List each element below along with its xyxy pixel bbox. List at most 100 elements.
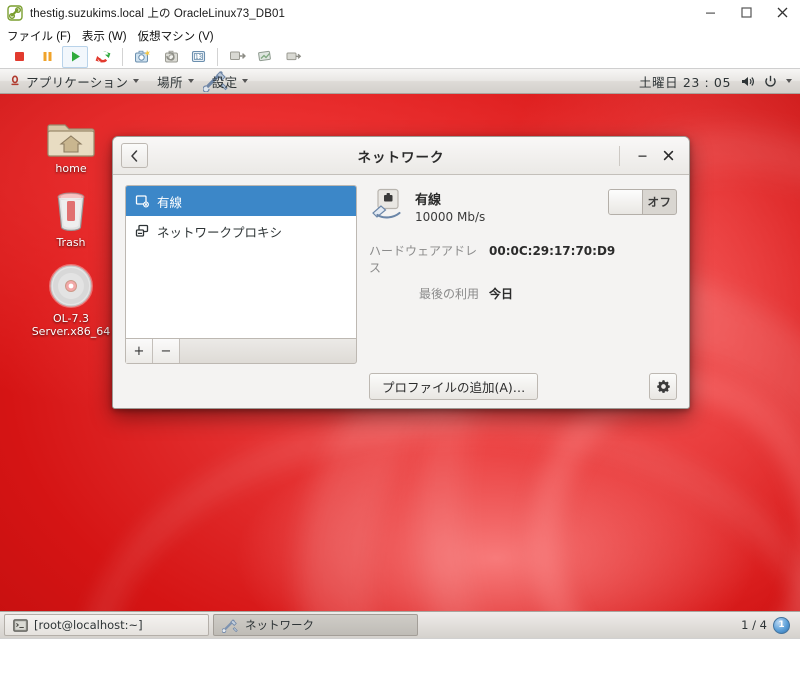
taskbar-item-terminal-label: [root@localhost:~] <box>34 618 143 632</box>
host-window-controls <box>692 0 800 26</box>
snapshot-manager-button[interactable]: 13 <box>185 46 211 68</box>
network-list: 有線 ネットワークプロキシ <box>125 185 357 338</box>
toolbar-separator-2 <box>217 47 218 66</box>
wired-network-icon <box>135 194 149 208</box>
host-window-title: thestig.suzukims.local 上の OracleLinux73_… <box>30 7 285 20</box>
snapshot-take-button[interactable] <box>129 46 155 68</box>
panel-menu-chevron-icon[interactable] <box>786 79 792 83</box>
menu-vm[interactable]: 仮想マシン (V) <box>138 28 214 44</box>
host-status-strip <box>0 638 800 682</box>
unity-mode-button[interactable] <box>252 46 278 68</box>
desktop-icon-cdrom[interactable]: OL-7.3 Server.x86_64 <box>21 257 121 338</box>
enter-fullscreen-button[interactable] <box>224 46 250 68</box>
sidebar-item-proxy[interactable]: ネットワークプロキシ <box>126 216 356 246</box>
dialog-header: ネットワーク <box>113 137 689 175</box>
host-titlebar: thestig.suzukims.local 上の OracleLinux73_… <box>0 0 800 26</box>
power-on-button[interactable] <box>62 45 88 68</box>
desktop-icon-cdrom-label: OL-7.3 Server.x86_64 <box>31 312 111 338</box>
chevron-down-icon <box>242 79 249 83</box>
panel-settings-menu[interactable]: 設定 <box>202 69 258 94</box>
gear-icon <box>656 379 671 394</box>
desktop-icon-home-label: home <box>55 162 87 175</box>
sidebar-item-proxy-label: ネットワークプロキシ <box>157 224 283 240</box>
toggle-label: オフ <box>647 195 672 209</box>
device-speed: 10000 Mb/s <box>415 210 486 224</box>
chevron-down-icon <box>133 79 140 83</box>
suspend-button[interactable] <box>34 46 60 68</box>
dialog-title: ネットワーク <box>357 149 445 166</box>
taskbar-item-network-label: ネットワーク <box>245 618 314 632</box>
dialog-body: 有線 ネットワークプロキシ + − 有線 10000 Mb/s オフ ハードウェ… <box>113 175 689 364</box>
power-icon[interactable] <box>764 75 777 88</box>
network-detail-panel: 有線 10000 Mb/s オフ ハードウェアアドレス 00:0C:29:17:… <box>369 185 677 364</box>
back-button[interactable] <box>121 143 148 168</box>
add-profile-button[interactable]: プロファイルの追加(A)… <box>369 372 539 400</box>
network-list-toolbar: + − <box>125 338 357 364</box>
dialog-minimize-button[interactable] <box>629 143 655 169</box>
workspace-current-dot[interactable]: 1 <box>773 616 790 634</box>
workspace-switcher[interactable]: 1 / 4 1 <box>735 615 796 636</box>
cdrom-icon <box>21 257 121 309</box>
add-connection-button[interactable]: + <box>126 339 153 363</box>
device-header: 有線 10000 Mb/s オフ <box>369 185 677 224</box>
host-menubar: ファイル (F) 表示 (W) 仮想マシン (V) <box>0 26 800 45</box>
console-view-button[interactable] <box>280 46 306 68</box>
sidebar-item-wired-label: 有線 <box>157 194 183 210</box>
panel-clock[interactable]: 土曜日 23 : 05 <box>639 72 731 91</box>
restart-button[interactable] <box>90 46 116 68</box>
vmware-window-icon <box>7 4 23 21</box>
taskbar-item-network[interactable]: ネットワーク <box>213 614 418 636</box>
header-separator <box>619 145 620 166</box>
chevron-down-icon <box>187 79 194 83</box>
oracle-logo-icon <box>9 75 21 88</box>
device-properties: ハードウェアアドレス 00:0C:29:17:70:D9 最後の利用 今日 <box>369 242 677 311</box>
sidebar-item-wired[interactable]: 有線 <box>126 186 356 216</box>
folder-home-icon <box>28 107 114 159</box>
taskbar-item-terminal[interactable]: [root@localhost:~] <box>4 614 209 636</box>
desktop-icon-home[interactable]: home <box>28 107 114 175</box>
wired-device-icon <box>369 188 405 222</box>
property-value-last-used: 今日 <box>489 287 514 301</box>
property-row: 最後の利用 今日 <box>369 285 677 302</box>
connection-settings-button[interactable] <box>649 372 677 400</box>
proxy-icon <box>135 224 149 238</box>
panel-places-label: 場所 <box>157 74 183 90</box>
property-key-last-used: 最後の利用 <box>418 287 479 301</box>
dialog-close-button[interactable] <box>655 143 681 169</box>
panel-applications-menu[interactable]: アプリケーション <box>0 69 148 94</box>
svg-text:13: 13 <box>195 55 202 61</box>
panel-places-menu[interactable]: 場所 <box>148 69 203 94</box>
toggle-knob <box>609 190 643 214</box>
chevron-left-icon <box>130 149 139 162</box>
device-name: 有線 <box>415 193 442 208</box>
dialog-footer: プロファイルの追加(A)… <box>113 364 689 408</box>
screen: thestig.suzukims.local 上の OracleLinux73_… <box>0 0 800 682</box>
menu-file[interactable]: ファイル (F) <box>7 28 71 44</box>
terminal-icon <box>13 618 28 632</box>
gnome-top-panel: アプリケーション 場所 設定 土曜日 23: 05 <box>0 69 800 94</box>
toolbar-separator <box>122 47 123 66</box>
snapshot-revert-button[interactable] <box>157 46 183 68</box>
host-maximize-button[interactable] <box>728 0 764 26</box>
workspace-indicator-label: 1 / 4 <box>741 618 767 632</box>
trash-icon <box>28 181 114 233</box>
guest-screen: アプリケーション 場所 設定 土曜日 23: 05 home Trash OL… <box>0 69 800 638</box>
power-off-button[interactable] <box>6 46 32 68</box>
guest-taskbar: [root@localhost:~] ネットワーク 1 / 4 1 <box>0 611 800 638</box>
property-key-hardware-address: ハードウェアアドレス <box>369 244 478 275</box>
host-minimize-button[interactable] <box>692 0 728 26</box>
host-close-button[interactable] <box>764 0 800 26</box>
property-value-hardware-address: 00:0C:29:17:70:D9 <box>489 244 616 258</box>
menu-view[interactable]: 表示 (W) <box>82 28 127 44</box>
remove-connection-button[interactable]: − <box>153 339 180 363</box>
settings-tools-icon <box>222 618 239 633</box>
desktop-icon-trash[interactable]: Trash <box>28 181 114 249</box>
panel-settings-label: 設定 <box>211 74 238 90</box>
desktop-icon-trash-label: Trash <box>56 236 86 249</box>
network-settings-dialog: ネットワーク 有線 ネットワークプロキシ + − 有線 10000 Mb/s オ… <box>112 136 690 409</box>
volume-icon[interactable] <box>740 75 755 88</box>
panel-applications-label: アプリケーション <box>26 74 129 90</box>
toolbar-filler <box>180 339 356 363</box>
network-enable-toggle[interactable]: オフ <box>608 189 677 215</box>
network-sidebar: 有線 ネットワークプロキシ + − <box>125 185 357 364</box>
